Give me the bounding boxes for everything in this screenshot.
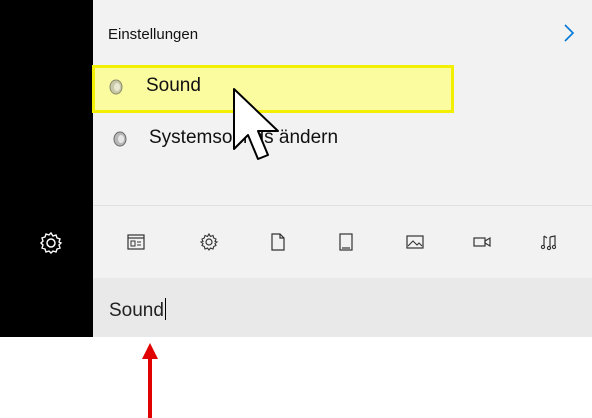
speaker-icon xyxy=(113,131,127,147)
photo-icon[interactable] xyxy=(405,232,425,252)
chevron-right-icon[interactable] xyxy=(560,20,578,46)
settings-gear-icon[interactable] xyxy=(199,232,219,252)
search-filter-bar xyxy=(93,206,592,278)
mouse-pointer-icon xyxy=(233,88,279,160)
search-input[interactable]: Sound xyxy=(109,298,166,322)
results-category-header: Einstellungen xyxy=(108,26,199,43)
start-left-rail xyxy=(0,0,93,337)
music-icon[interactable] xyxy=(538,232,558,252)
speaker-icon xyxy=(109,79,123,95)
video-icon[interactable] xyxy=(472,232,492,252)
selected-result-label: Sound xyxy=(146,75,201,96)
settings-gear-icon[interactable] xyxy=(38,230,64,256)
search-box[interactable]: Sound xyxy=(93,278,592,337)
annotation-arrow-icon xyxy=(142,343,158,418)
document-icon[interactable] xyxy=(268,232,288,252)
device-icon[interactable] xyxy=(336,232,356,252)
search-panel: Einstellungen Sound Systemsounds ändern xyxy=(93,0,592,337)
apps-icon[interactable] xyxy=(126,232,146,252)
search-result-systemsounds[interactable]: Systemsounds ändern xyxy=(93,117,592,163)
search-input-value: Sound xyxy=(109,300,164,321)
text-caret xyxy=(164,298,166,320)
